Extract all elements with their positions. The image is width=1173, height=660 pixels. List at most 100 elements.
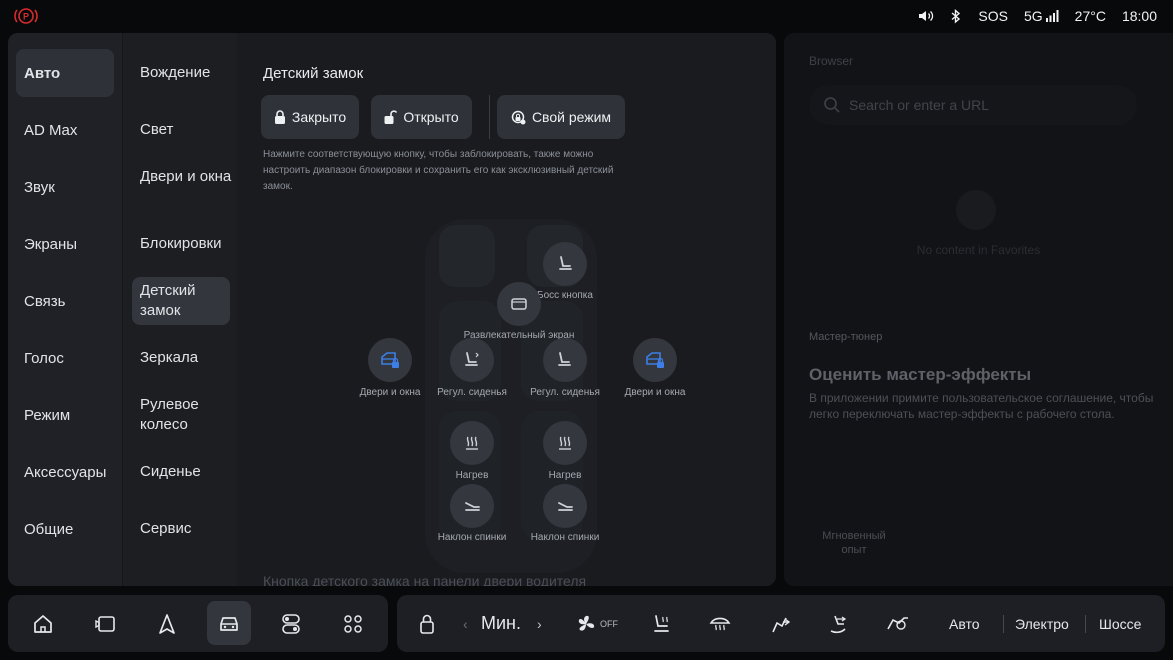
airflow-face-button[interactable] — [763, 607, 797, 641]
seat-climate-icon — [654, 615, 669, 632]
mode-separator — [1003, 615, 1004, 633]
seat-icon — [559, 256, 572, 270]
all-apps-button[interactable] — [336, 607, 370, 641]
sos-button[interactable]: SOS — [978, 8, 1008, 24]
bluetooth-icon[interactable] — [950, 8, 962, 24]
tuner-description: В приложении примите пользовательское со… — [809, 391, 1154, 421]
lock-icon — [420, 614, 434, 634]
car-icon — [220, 617, 238, 631]
locked-button-label: Закрыто — [291, 109, 347, 125]
nav-item-general[interactable]: Общие — [24, 521, 73, 538]
doors-windows-right-control[interactable] — [633, 338, 677, 382]
no-favorites-text: No content in Favorites — [916, 243, 1041, 257]
fan-decrease-button[interactable]: ‹ — [463, 595, 468, 652]
instant-experience-button[interactable]: Мгновенный опыт — [809, 529, 899, 557]
drive-mode-electric[interactable]: Электро — [1015, 595, 1069, 652]
vehicle-settings-button[interactable] — [207, 601, 251, 645]
seat-adjust-right-label: Регул. сиденья — [530, 387, 600, 398]
volume-icon[interactable] — [918, 9, 934, 23]
front-defrost-button[interactable] — [703, 607, 737, 641]
doors-windows-left-control[interactable] — [368, 338, 412, 382]
nav-item-mode[interactable]: Режим — [24, 407, 70, 424]
drive-mode-highway[interactable]: Шоссе — [1099, 595, 1141, 652]
recline-left-control[interactable] — [450, 484, 494, 528]
subnav-item-child-lock[interactable]: Детский замок — [132, 277, 230, 325]
seat-adjust-icon — [558, 352, 571, 366]
doors-windows-right-label: Двери и окна — [624, 387, 686, 398]
heating-right-label: Нагрев — [548, 470, 582, 481]
heating-left-label: Нагрев — [455, 470, 489, 481]
search-icon — [824, 97, 840, 113]
entertainment-screen-control[interactable] — [497, 282, 541, 326]
fan-increase-button[interactable]: › — [537, 595, 542, 652]
door-lock-icon — [381, 352, 399, 368]
browser-search-input[interactable]: Search or enter a URL — [809, 85, 1137, 125]
screen-icon — [511, 298, 527, 310]
boss-button-control[interactable] — [543, 242, 587, 286]
subnav-item-mirrors[interactable]: Зеркала — [140, 348, 235, 368]
apps-panel-button[interactable] — [88, 607, 122, 641]
door-lock-icon — [646, 352, 664, 368]
custom-mode-button[interactable]: Свой режим — [497, 95, 625, 139]
subnav-item-doors-windows[interactable]: Двери и окна — [140, 167, 235, 187]
tuner-title: Оценить мастер-эффекты — [809, 365, 1032, 384]
toggles-icon — [282, 614, 300, 634]
fan-toggle-button[interactable]: OFF — [571, 607, 621, 641]
fan-icon — [578, 615, 595, 631]
lock-icon — [274, 110, 285, 124]
favorites-icon — [956, 190, 996, 230]
subnav-item-locks[interactable]: Блокировки — [140, 234, 235, 254]
page-title: Детский замок — [263, 65, 364, 82]
network-indicator: 5G — [1024, 8, 1059, 24]
seat-ventilation-button[interactable] — [645, 607, 679, 641]
recline-icon — [465, 502, 480, 511]
subnav-item-driving[interactable]: Вождение — [140, 63, 235, 83]
mode-separator — [1085, 615, 1086, 633]
home-button[interactable] — [26, 607, 60, 641]
recline-icon — [558, 502, 573, 511]
heating-left-control[interactable] — [450, 421, 494, 465]
panel-icon — [95, 616, 115, 632]
airflow-feet-icon — [830, 615, 847, 634]
airflow-feet-button[interactable] — [822, 607, 856, 641]
status-bar: P SOS 5G 27°C 18:00 — [0, 0, 1173, 32]
svg-text:P: P — [23, 12, 29, 22]
navigation-button[interactable] — [150, 607, 184, 641]
custom-lock-icon — [511, 110, 526, 124]
open-button[interactable]: Открыто — [371, 95, 472, 139]
seat-adjust-left-control[interactable] — [450, 338, 494, 382]
subnav-item-steering-wheel[interactable]: Рулевое колесо — [140, 395, 235, 435]
recline-right-control[interactable] — [543, 484, 587, 528]
recirculation-icon — [887, 617, 908, 630]
subnav-item-seat[interactable]: Сиденье — [140, 462, 235, 482]
defrost-icon — [709, 617, 731, 631]
nav-item-screens[interactable]: Экраны — [24, 236, 77, 253]
search-placeholder: Search or enter a URL — [849, 97, 990, 113]
driver-door-lock-hint: Кнопка детского замка на панели двери во… — [263, 573, 587, 586]
custom-mode-label: Свой режим — [531, 109, 612, 125]
nav-item-auto[interactable]: Авто — [16, 49, 114, 97]
airflow-face-icon — [772, 617, 791, 633]
subnav-item-lights[interactable]: Свет — [140, 120, 235, 140]
toggles-button[interactable] — [274, 607, 308, 641]
nav-item-connection[interactable]: Связь — [24, 293, 65, 310]
doors-windows-left-label: Двери и окна — [359, 387, 421, 398]
subnav-item-service[interactable]: Сервис — [140, 519, 235, 539]
boss-button-label: Босс кнопка — [537, 290, 593, 301]
nav-item-accessories[interactable]: Аксессуары — [24, 464, 106, 481]
locked-button[interactable]: Закрыто — [261, 95, 359, 139]
nav-item-voice[interactable]: Голос — [24, 350, 64, 367]
fan-speed: Мин. — [481, 613, 521, 633]
nav-item-sound[interactable]: Звук — [24, 179, 55, 196]
recirculation-button[interactable] — [881, 607, 915, 641]
nav-item-ad-max[interactable]: AD Max — [24, 122, 77, 139]
recline-right-label: Наклон спинки — [530, 532, 600, 543]
recline-left-label: Наклон спинки — [437, 532, 507, 543]
heating-right-control[interactable] — [543, 421, 587, 465]
seat-adjust-right-control[interactable] — [543, 338, 587, 382]
seat-adjust-icon — [465, 352, 479, 366]
lock-button[interactable] — [410, 607, 444, 641]
climate-dock: ‹ Мин. › OFF Авто Электро Шоссе — [397, 595, 1165, 652]
drive-mode-auto[interactable]: Авто — [949, 595, 980, 652]
browser-widget: Browser Search or enter a URL No content… — [784, 33, 1173, 586]
